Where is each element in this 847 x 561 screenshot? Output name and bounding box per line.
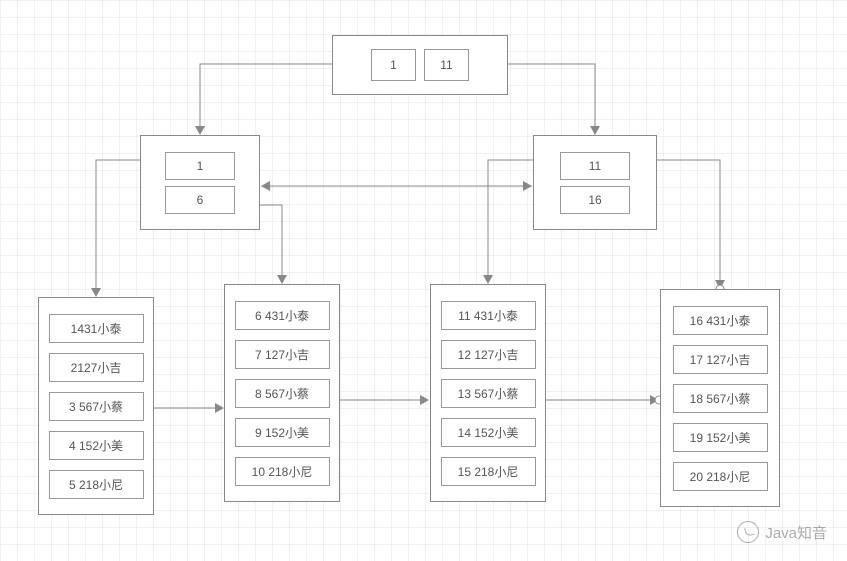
leaf-row: 11 431小泰 [441, 301, 536, 330]
leaf-row: 15 218小尼 [441, 457, 536, 486]
leaf-row: 7 127小吉 [235, 340, 330, 369]
leaf-row: 19 152小美 [673, 423, 768, 452]
watermark-text: Java知音 [765, 522, 827, 543]
wechat-icon [737, 521, 759, 543]
root-key: 1 [371, 49, 416, 81]
leaf-row: 20 218小尼 [673, 462, 768, 491]
btree-leaf-node: 16 431小泰 17 127小吉 18 567小蔡 19 152小美 20 2… [660, 289, 780, 507]
leaf-row: 17 127小吉 [673, 345, 768, 374]
leaf-row: 12 127小吉 [441, 340, 536, 369]
leaf-row: 6 431小泰 [235, 301, 330, 330]
leaf-row: 13 567小蔡 [441, 379, 536, 408]
btree-leaf-node: 11 431小泰 12 127小吉 13 567小蔡 14 152小美 15 2… [430, 284, 546, 502]
leaf-row: 1431小泰 [49, 314, 144, 343]
btree-leaf-node: 1431小泰 2127小吉 3 567小蔡 4 152小美 5 218小尼 [38, 297, 154, 515]
btree-internal-node-left: 1 6 [140, 135, 260, 230]
leaf-row: 4 152小美 [49, 431, 144, 460]
leaf-row: 8 567小蔡 [235, 379, 330, 408]
root-key: 11 [424, 49, 469, 81]
internal-key: 11 [560, 152, 630, 180]
btree-root-node: 1 11 [332, 35, 508, 95]
btree-leaf-node: 6 431小泰 7 127小吉 8 567小蔡 9 152小美 10 218小尼 [224, 284, 340, 502]
leaf-row: 16 431小泰 [673, 306, 768, 335]
leaf-row: 10 218小尼 [235, 457, 330, 486]
leaf-row: 14 152小美 [441, 418, 536, 447]
watermark: Java知音 [737, 521, 827, 543]
leaf-row: 18 567小蔡 [673, 384, 768, 413]
internal-key: 6 [165, 186, 235, 214]
internal-key: 16 [560, 186, 630, 214]
internal-key: 1 [165, 152, 235, 180]
leaf-row: 5 218小尼 [49, 470, 144, 499]
btree-internal-node-right: 11 16 [533, 135, 657, 230]
leaf-row: 9 152小美 [235, 418, 330, 447]
leaf-row: 2127小吉 [49, 353, 144, 382]
leaf-row: 3 567小蔡 [49, 392, 144, 421]
